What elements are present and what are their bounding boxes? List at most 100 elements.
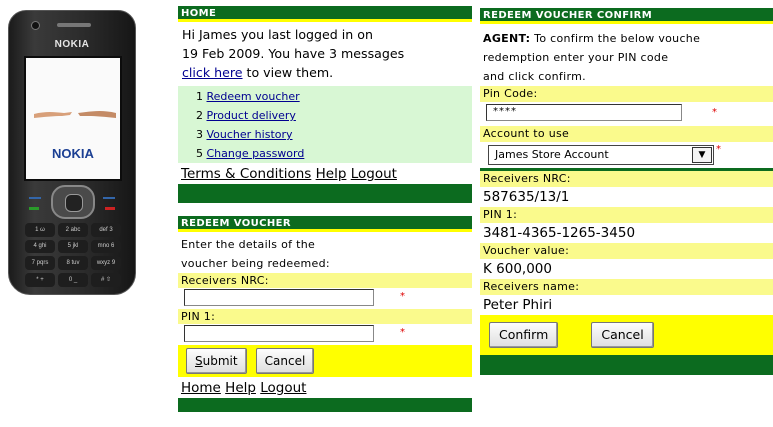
logout-link[interactable]: Logout <box>351 166 397 182</box>
welcome-message: Hi James you last logged in on 19 Feb 20… <box>178 22 472 84</box>
left-softkey[interactable] <box>29 197 41 199</box>
receivers-nrc-value: 587635/13/1 <box>483 189 570 205</box>
key-8[interactable]: 8 tuv <box>58 256 88 270</box>
receivers-nrc-row: * <box>178 288 472 309</box>
receivers-nrc-input[interactable] <box>184 289 374 306</box>
voucher-value-label: Voucher value: <box>480 243 773 259</box>
home-bottom-bar <box>178 184 472 203</box>
menu-num: 1 <box>196 90 203 103</box>
intro-line-1: Enter the details of the <box>181 238 316 251</box>
required-marker: * <box>400 327 405 338</box>
receivers-nrc-label: Receivers NRC: <box>178 273 472 288</box>
confirm-button[interactable]: Confirm <box>489 322 559 348</box>
nokia-phone-image: NOKIA NOKIA 1 ω 2 abc def 3 4 ghi 5 jkl … <box>8 10 136 295</box>
pin-code-input[interactable]: **** <box>486 104 682 121</box>
navigation-key[interactable] <box>51 185 95 219</box>
menu-item-voucher-history[interactable]: 3 Voucher history <box>196 125 472 144</box>
redeem-confirm-screen: REDEEM VOUCHER CONFIRM AGENT: To confirm… <box>480 8 773 426</box>
key-star[interactable]: * + <box>25 272 55 287</box>
redeem-bottom-bar <box>178 398 472 412</box>
key-6[interactable]: mno 6 <box>91 239 121 253</box>
welcome-line-3: click here to view them. <box>182 63 469 82</box>
right-softkey[interactable] <box>103 197 115 199</box>
cancel-button[interactable]: Cancel <box>255 348 315 374</box>
required-marker: * <box>716 144 721 155</box>
menu-num: 3 <box>196 128 203 141</box>
voucher-value: K 600,000 <box>483 261 552 277</box>
key-1[interactable]: 1 ω <box>25 223 55 237</box>
redeem-button-row: Submit Cancel <box>178 345 472 377</box>
key-4[interactable]: 4 ghi <box>25 239 55 253</box>
redeem-footer-links: Home Help Logout <box>178 377 472 398</box>
home-footer-links: Terms & Conditions Help Logout <box>178 163 472 184</box>
home-screen: HOME Hi James you last logged in on 19 F… <box>178 6 472 203</box>
key-9[interactable]: wxyz 9 <box>91 256 121 270</box>
cancel-button[interactable]: Cancel <box>591 322 654 348</box>
required-marker: * <box>712 107 717 118</box>
submit-button[interactable]: Submit <box>186 348 247 374</box>
phone-screen: NOKIA <box>24 56 122 181</box>
key-0[interactable]: 0 _ <box>58 272 88 287</box>
agent-line-2: redemption enter your PIN code <box>483 51 669 64</box>
menu-item-product-delivery[interactable]: 2 Product delivery <box>196 106 472 125</box>
receivers-nrc-label: Receivers NRC: <box>480 171 773 187</box>
front-camera <box>31 21 40 30</box>
menu-num: 5 <box>196 147 203 160</box>
pin1-row: * <box>178 324 472 345</box>
menu-item-redeem-voucher[interactable]: 1 Redeem voucher <box>196 87 472 106</box>
logout-link[interactable]: Logout <box>260 380 306 396</box>
help-link[interactable]: Help <box>316 166 347 182</box>
key-2[interactable]: 2 abc <box>58 223 88 237</box>
agent-instructions: AGENT: To confirm the below vouche redem… <box>480 24 773 86</box>
dropdown-arrow-icon[interactable]: ▼ <box>692 147 712 163</box>
menu-item-change-password[interactable]: 5 Change password <box>196 144 472 163</box>
receivers-name-label: Receivers name: <box>480 279 773 295</box>
home-menu: 1 Redeem voucher 2 Product delivery 3 Vo… <box>178 86 472 163</box>
help-link[interactable]: Help <box>225 380 256 396</box>
redeem-voucher-link[interactable]: Redeem voucher <box>207 90 300 103</box>
product-delivery-link[interactable]: Product delivery <box>207 109 296 122</box>
view-them-text: to view them. <box>242 65 334 80</box>
welcome-line-2: 19 Feb 2009. You have 3 messages <box>182 46 405 61</box>
required-marker: * <box>400 291 405 302</box>
phone-brand: NOKIA <box>54 39 90 50</box>
confirm-bottom-bar <box>480 355 773 375</box>
pin1-value: 3481-4365-1265-3450 <box>483 225 636 241</box>
screen-brand: NOKIA <box>52 146 94 161</box>
click-here-link[interactable]: click here <box>182 65 243 80</box>
end-key[interactable] <box>105 207 115 210</box>
confirm-button-row: Confirm Cancel <box>480 315 773 355</box>
agent-label: AGENT: <box>483 32 531 45</box>
voucher-history-link[interactable]: Voucher history <box>207 128 293 141</box>
redeem-header: REDEEM VOUCHER <box>178 216 472 232</box>
call-key[interactable] <box>29 207 39 210</box>
pin-code-row: **** * <box>480 102 773 126</box>
confirm-header: REDEEM VOUCHER CONFIRM <box>480 8 773 24</box>
pin1-label: PIN 1: <box>178 309 472 324</box>
redeem-intro: Enter the details of the voucher being r… <box>178 232 472 273</box>
pin-code-label: Pin Code: <box>480 86 773 102</box>
account-selected-value: James Store Account <box>495 148 609 161</box>
agent-line-3: and click confirm. <box>483 70 586 83</box>
account-label: Account to use <box>480 126 773 142</box>
pin1-input[interactable] <box>184 325 374 342</box>
terms-link[interactable]: Terms & Conditions <box>181 166 311 182</box>
home-link[interactable]: Home <box>181 380 221 396</box>
home-header: HOME <box>178 6 472 22</box>
key-7[interactable]: 7 pqrs <box>25 256 55 270</box>
menu-num: 2 <box>196 109 203 122</box>
key-5[interactable]: 5 jkl <box>58 239 88 253</box>
intro-line-2: voucher being redeemed: <box>181 257 330 270</box>
account-select[interactable]: James Store Account ▼ <box>488 145 714 165</box>
key-hash[interactable]: # ⇧ <box>91 272 121 287</box>
receivers-name-value: Peter Phiri <box>483 297 553 313</box>
hands-icon <box>34 111 116 118</box>
key-3[interactable]: def 3 <box>91 223 121 237</box>
welcome-line-1: Hi James you last logged in on <box>182 27 373 42</box>
keypad: 1 ω 2 abc def 3 4 ghi 5 jkl mno 6 7 pqrs… <box>25 223 121 287</box>
account-row: James Store Account ▼ * <box>480 142 773 168</box>
agent-line-1: AGENT: To confirm the below vouche <box>483 29 773 48</box>
agent-text-1: To confirm the below vouche <box>530 32 701 45</box>
change-password-link[interactable]: Change password <box>207 147 305 160</box>
earpiece <box>57 23 91 27</box>
